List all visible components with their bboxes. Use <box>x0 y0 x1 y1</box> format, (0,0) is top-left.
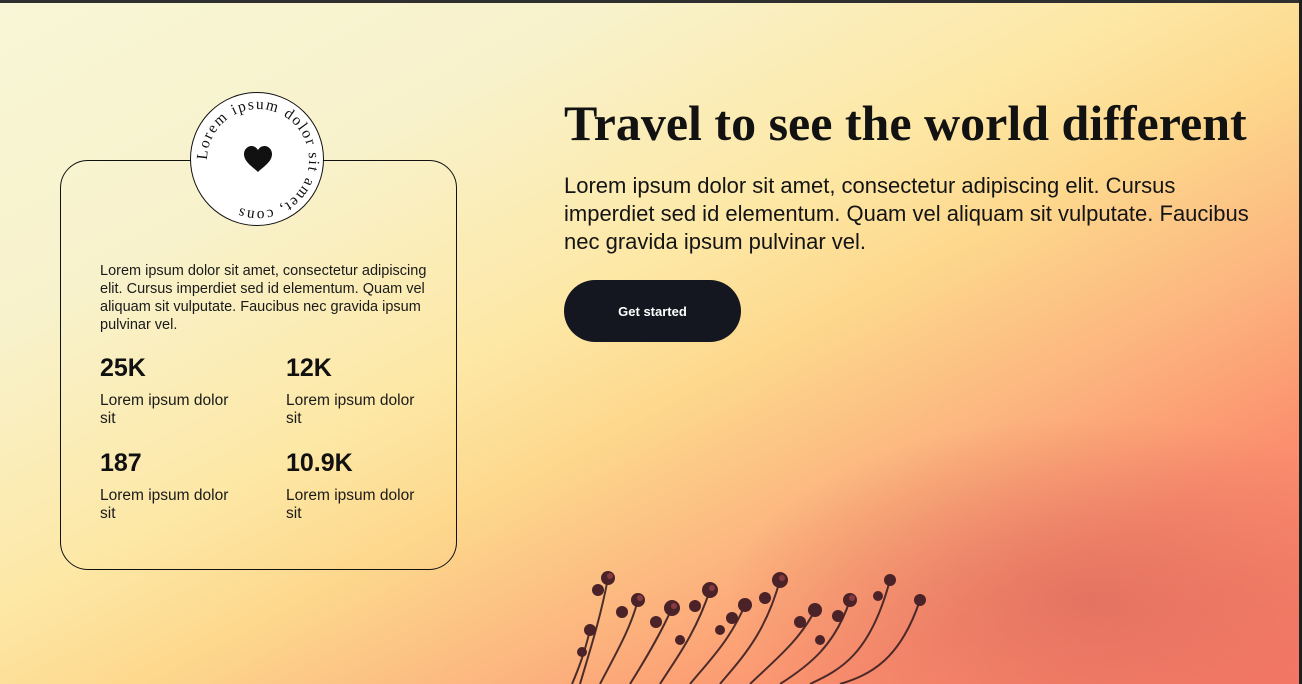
get-started-button[interactable]: Get started <box>564 280 741 342</box>
stat-label-2: Lorem ipsum dolor sit <box>286 392 415 427</box>
stat-value-1: 25K <box>100 354 146 382</box>
hero-title: Travel to see the world different <box>564 95 1247 151</box>
stat-value-2: 12K <box>286 354 332 382</box>
heart-icon <box>244 146 272 172</box>
stat-label-3: Lorem ipsum dolor sit <box>100 487 229 522</box>
stat-value-4: 10.9K <box>286 449 353 477</box>
hero-description: Lorem ipsum dolor sit amet, consectetur … <box>564 173 1249 254</box>
stat-label-1: Lorem ipsum dolor sit <box>100 392 229 427</box>
stat-label-4: Lorem ipsum dolor sit <box>286 487 415 522</box>
dried-flowers-image <box>571 571 926 684</box>
card-description: Lorem ipsum dolor sit amet, consectetur … <box>100 263 427 333</box>
stat-value-3: 187 <box>100 449 142 477</box>
window-top-border <box>0 0 1302 3</box>
circular-text-badge: Lorem ipsum dolor sit amet, cons <box>190 92 324 226</box>
